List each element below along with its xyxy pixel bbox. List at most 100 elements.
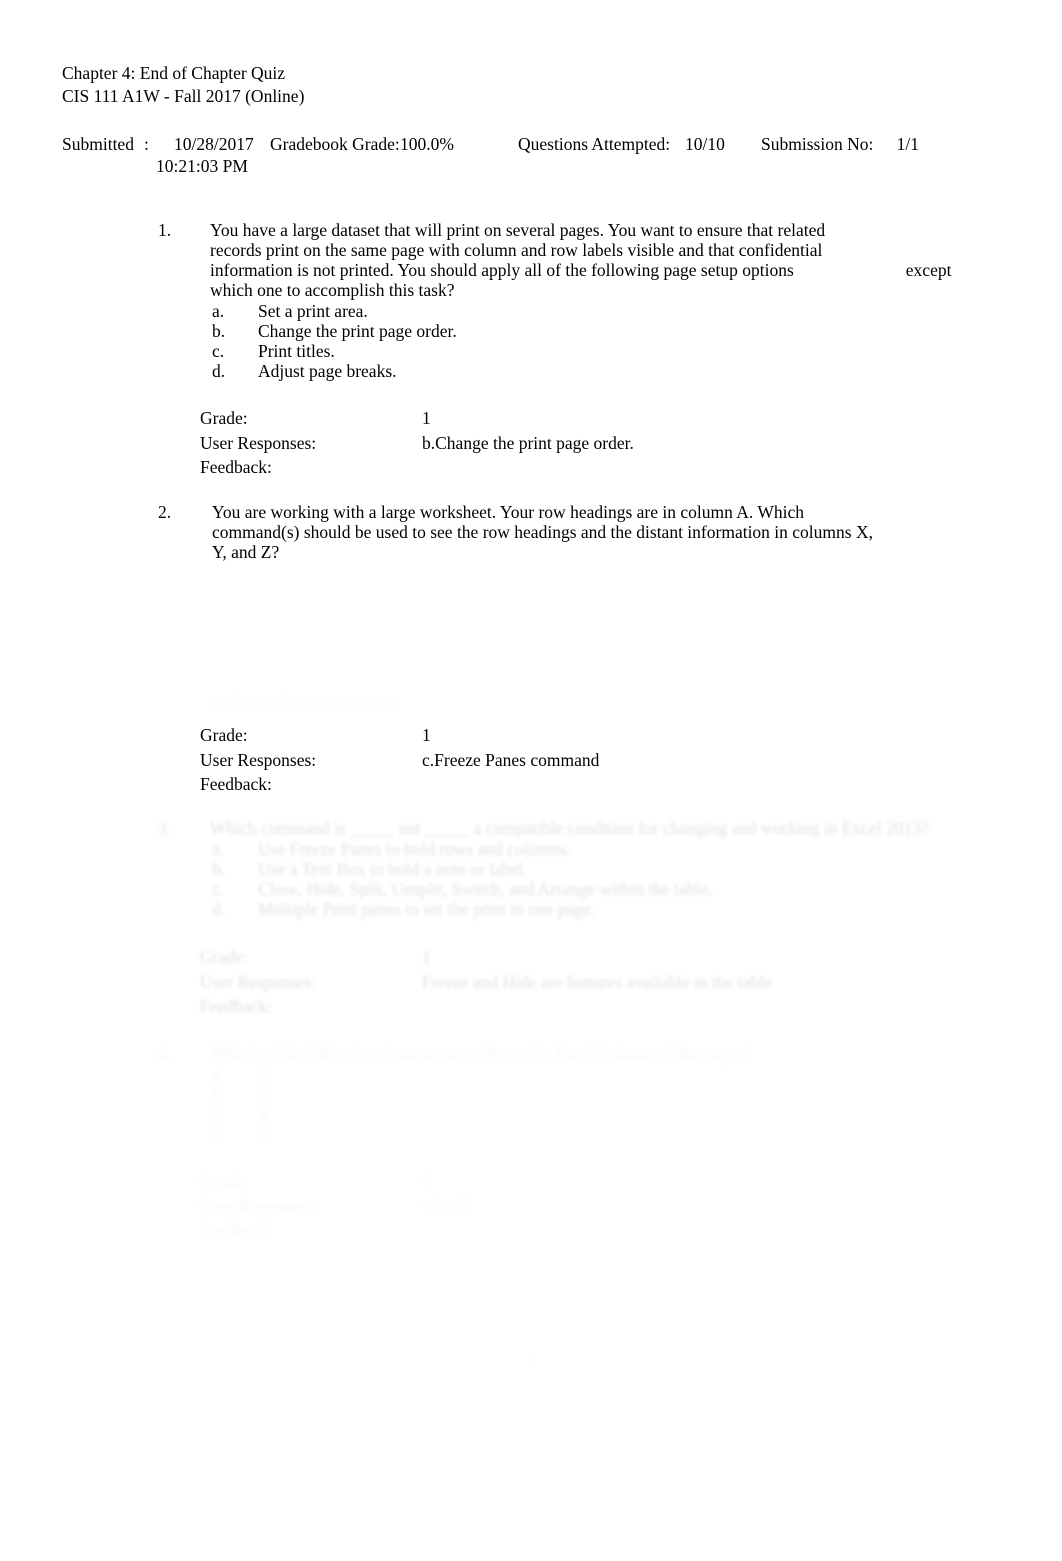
answer-options-list: a. 2 b. 3 c. 4 d. 5 xyxy=(212,1064,267,1144)
result-block: Grade: 1 User Responses: Freeze and Hide a… xyxy=(200,945,772,1019)
option-text: 2 xyxy=(258,1064,267,1084)
answer-option[interactable]: b. Change the print page order. xyxy=(212,321,457,341)
option-text: Multiple Print panes to set the print in… xyxy=(258,899,596,919)
question-text-line: Which command is _____ not _____ a compa… xyxy=(210,818,929,838)
user-responses-row: User Responses: 10.165 xyxy=(200,1195,470,1220)
question-text-line: You are working with a large worksheet. … xyxy=(212,502,804,522)
question-text-line: Y, and Z? xyxy=(212,542,280,562)
submitted-date: 10/28/2017 xyxy=(174,134,254,154)
feedback-row: Feedback: xyxy=(200,455,634,480)
feedback-label: Feedback: xyxy=(200,774,272,794)
option-text: 5 xyxy=(258,1124,267,1144)
answer-option[interactable]: a. 2 xyxy=(212,1064,267,1084)
submitted-time: 10:21:03 PM xyxy=(156,156,248,176)
answer-option[interactable]: b. 3 xyxy=(212,1084,267,1104)
grade-label: Grade: xyxy=(200,1172,248,1192)
answer-option[interactable]: d. Adjust page breaks. xyxy=(212,361,457,381)
option-letter: d. xyxy=(212,361,226,381)
user-responses-label: User Responses: xyxy=(200,1196,317,1217)
user-responses-value: b.Change the print page order. xyxy=(422,432,634,453)
option-letter: a. xyxy=(212,1064,225,1084)
grade-value: 1 xyxy=(422,725,431,745)
question-text-except: except xyxy=(905,260,952,280)
question-text-segment: information is not printed. You should a… xyxy=(210,260,794,280)
grade-label: Grade: xyxy=(200,725,248,745)
answer-option[interactable]: c. Print titles. xyxy=(212,341,457,361)
answer-option[interactable]: b. Use a Text Box to hold a note or label… xyxy=(212,859,712,879)
feedback-row: Feedback: xyxy=(200,772,599,797)
option-letter: c. xyxy=(212,341,225,361)
option-letter: b. xyxy=(212,859,226,879)
user-responses-row: User Responses: Freeze and Hide are featu… xyxy=(200,970,772,995)
grade-label: Grade: xyxy=(200,947,248,967)
option-text: Close, Hide, Split, Unsplit, Switch, and… xyxy=(258,879,713,899)
user-responses-value: Freeze and Hide are features available i… xyxy=(422,971,772,992)
grade-row: Grade: 1 xyxy=(200,723,599,748)
option-text: 4 xyxy=(258,1104,267,1124)
option-text: Print titles. xyxy=(258,341,335,361)
grade-value: 1 xyxy=(422,1172,431,1192)
grade-value: 1 xyxy=(422,947,431,967)
answer-option[interactable]: d. 5 xyxy=(212,1124,267,1144)
question-number: 2. xyxy=(158,502,172,522)
user-responses-row: User Responses: b.Change the print page o… xyxy=(200,431,634,456)
option-letter: c. xyxy=(212,1104,225,1124)
option-text: Adjust page breaks. xyxy=(258,361,397,381)
result-block: Grade: 1 User Responses: b.Change the prin… xyxy=(200,406,634,480)
grade-label: Grade: xyxy=(200,408,248,428)
answer-options-list: a. Set a print area. b. Change the print p… xyxy=(212,301,457,381)
feedback-label: Feedback: xyxy=(200,996,272,1016)
answer-option[interactable]: c. Freeze Panes command xyxy=(212,692,394,712)
questions-attempted-value: 10/10 xyxy=(685,134,725,154)
option-letter: a. xyxy=(212,301,225,321)
feedback-row: Feedback: xyxy=(200,1219,470,1244)
question-number: 1. xyxy=(158,220,172,240)
feedback-label: Feedback: xyxy=(200,457,272,477)
gradebook-grade-value: 100.0% xyxy=(400,134,454,154)
answer-option[interactable]: c. 4 xyxy=(212,1104,267,1124)
option-text: 3 xyxy=(258,1084,267,1104)
question-number: 3. xyxy=(158,818,172,838)
answer-option[interactable]: a. Use Freeze Panes to hold rows and colu… xyxy=(212,839,712,859)
question-text-line: information is not printed. You should a… xyxy=(210,260,1000,280)
question-text-line: You have a large dataset that will print… xyxy=(210,220,826,240)
option-text: c. Freeze Panes command xyxy=(212,692,394,712)
option-text: Change the print page order. xyxy=(258,321,457,341)
grade-row: Grade: 1 xyxy=(200,1170,470,1195)
user-responses-label: User Responses: xyxy=(200,971,317,992)
user-responses-value: c.Freeze Panes command xyxy=(422,749,600,770)
answer-option[interactable]: a. Set a print area. xyxy=(212,301,457,321)
option-letter: b. xyxy=(212,321,226,341)
submission-meta-row: Submitted: 10/28/2017 Gradebook Grade:100.… xyxy=(62,134,919,155)
grade-value: 1 xyxy=(422,408,431,428)
option-letter: b. xyxy=(212,1084,226,1104)
answer-option[interactable]: c. Close, Hide, Split, Unsplit, Switch, a… xyxy=(212,879,712,899)
question-number: 4. xyxy=(158,1043,172,1063)
course-subtitle: CIS 111 A1W - Fall 2017 (Online) xyxy=(62,86,305,106)
answer-options-list: c. Freeze Panes command xyxy=(212,692,394,712)
result-block: Grade: 1 User Responses: c.Freeze Panes co… xyxy=(200,723,599,797)
questions-attempted-label: Questions Attempted: xyxy=(518,134,671,154)
page-number-footer: 1 xyxy=(526,1348,536,1368)
document-header: Chapter 4: End of Chapter Quiz CIS 111 A… xyxy=(62,62,304,108)
option-letter: c. xyxy=(212,879,225,899)
user-responses-label: User Responses: xyxy=(200,749,317,770)
option-letter: a. xyxy=(212,839,225,859)
feedback-label: Feedback: xyxy=(200,1221,272,1241)
submitted-colon: : xyxy=(144,134,149,154)
quiz-title: Chapter 4: End of Chapter Quiz xyxy=(62,63,286,83)
grade-row: Grade: 1 xyxy=(200,406,634,431)
option-text: Use a Text Box to hold a note or label. xyxy=(258,859,528,879)
gradebook-grade-label: Gradebook Grade: xyxy=(270,134,400,154)
submitted-label: Submitted xyxy=(62,134,134,154)
option-text: Use Freeze Panes to hold rows and column… xyxy=(258,839,571,859)
feedback-row: Feedback: xyxy=(200,994,772,1019)
result-block: Grade: 1 User Responses: 10.165 Feedback: xyxy=(200,1170,470,1244)
grade-row: Grade: 1 xyxy=(200,945,772,970)
user-responses-row: User Responses: c.Freeze Panes command xyxy=(200,748,599,773)
option-text: Set a print area. xyxy=(258,301,368,321)
answer-option[interactable]: d. Multiple Print panes to set the print … xyxy=(212,899,712,919)
question-text-line: records print on the same page with colu… xyxy=(210,240,823,260)
answer-options-list: a. Use Freeze Panes to hold rows and colu… xyxy=(212,839,712,919)
user-responses-label: User Responses: xyxy=(200,432,317,453)
